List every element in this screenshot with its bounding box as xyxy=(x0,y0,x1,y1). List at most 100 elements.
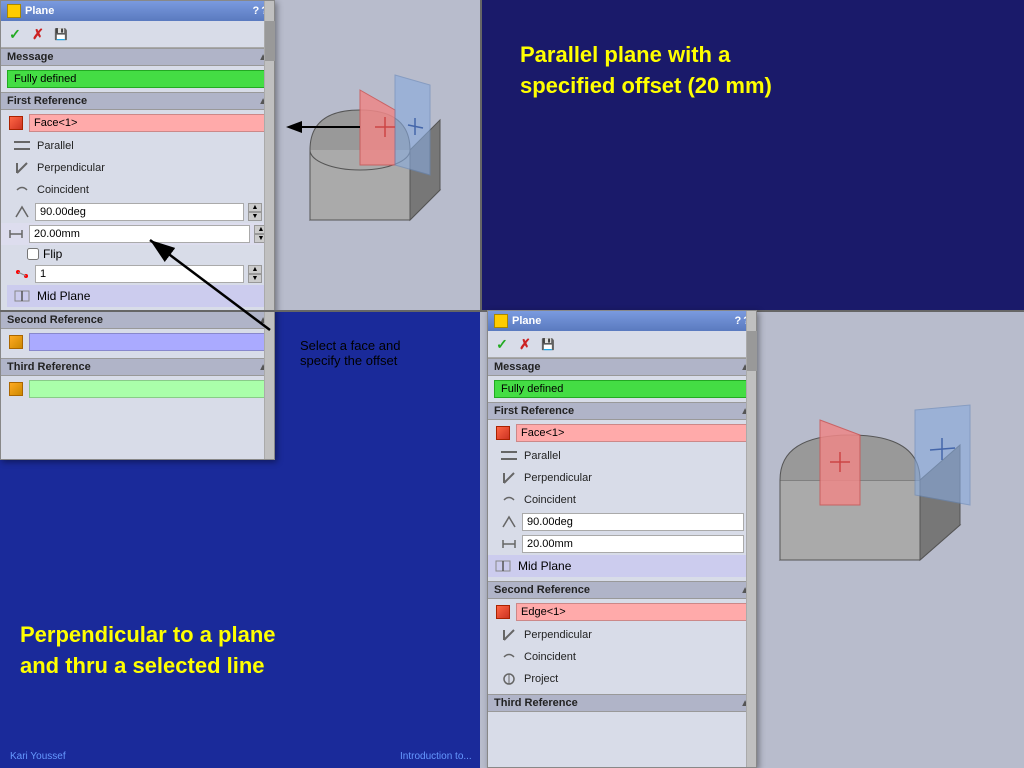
help-icon-1[interactable]: ? xyxy=(253,5,260,17)
face-cube-icon xyxy=(7,114,25,132)
d2-parallel-option[interactable]: Parallel xyxy=(494,445,750,467)
first-reference-header: First Reference ▲ xyxy=(1,92,274,110)
cancel-button[interactable]: ✗ xyxy=(28,24,48,44)
dialog2-title: Plane ? ? xyxy=(488,311,756,331)
d2-third-ref-header: Third Reference ▲ xyxy=(488,694,756,712)
third-ref-input[interactable] xyxy=(29,380,268,398)
d2-message-box: Fully defined xyxy=(488,376,756,402)
d2-mid-plane-row[interactable]: Mid Plane xyxy=(488,555,756,577)
plane-icon-2 xyxy=(494,314,508,328)
d2-sr-coincident-option[interactable]: Coincident xyxy=(494,646,750,668)
d2-edge-icon xyxy=(494,603,512,621)
save-button[interactable]: 💾 xyxy=(51,24,71,44)
d2-distance-row xyxy=(494,533,750,555)
perp-label: Perpendicular xyxy=(37,162,105,174)
third-ref-row xyxy=(7,380,268,398)
d2-second-ref-header: Second Reference ▲ xyxy=(488,581,756,599)
top-right-annotation: Parallel plane with a specified offset (… xyxy=(520,40,950,102)
accept-button-2[interactable]: ✓ xyxy=(492,334,512,354)
scrollbar-thumb[interactable] xyxy=(265,21,275,61)
status-badge: Fully defined xyxy=(7,70,268,88)
toolbar-2: ✓ ✗ 💾 xyxy=(488,331,756,358)
parallel-icon xyxy=(13,137,31,155)
mid-plane-label: Mid Plane xyxy=(37,289,90,303)
red-cube xyxy=(9,116,23,130)
d2-perp-icon xyxy=(500,469,518,487)
d2-coincident-icon xyxy=(500,491,518,509)
d2-second-ref-label: Second Reference xyxy=(494,584,590,596)
third-reference-header: Third Reference ▲ xyxy=(1,358,274,376)
vertical-divider xyxy=(480,0,482,310)
d2-first-ref-header: First Reference ▲ xyxy=(488,402,756,420)
flip-label: Flip xyxy=(43,247,62,261)
dialog2-scrollbar[interactable] xyxy=(746,311,756,767)
d2-coincident-option[interactable]: Coincident xyxy=(494,489,750,511)
bottom-annotation-line1: Perpendicular to a plane xyxy=(20,622,276,647)
d2-face-icon xyxy=(494,424,512,442)
d2-mid-plane-icon xyxy=(494,557,512,575)
d2-first-ref-label: First Reference xyxy=(494,405,574,417)
d2-message-header: Message ▲ xyxy=(488,358,756,376)
d2-second-ref-content: Perpendicular Coincident Project xyxy=(488,599,756,694)
d2-project-label: Project xyxy=(524,673,558,685)
d2-sr-coincident-label: Coincident xyxy=(524,651,576,663)
d2-angle-icon xyxy=(500,513,518,531)
dialog2-title-text: Plane xyxy=(512,315,541,327)
annotation-arrow-svg xyxy=(90,190,340,350)
coincident-label: Coincident xyxy=(37,184,89,196)
d2-message-label: Message xyxy=(494,361,540,373)
d2-distance-input[interactable] xyxy=(522,535,744,553)
third-ref-label: Third Reference xyxy=(7,361,91,373)
angle-icon xyxy=(13,203,31,221)
help2-icon-1[interactable]: ? xyxy=(735,315,742,327)
instances-icon xyxy=(13,265,31,283)
d2-edge-input[interactable] xyxy=(516,603,750,621)
cancel-button-2[interactable]: ✗ xyxy=(515,334,535,354)
perp-icon xyxy=(13,159,31,177)
face-ref-row xyxy=(7,114,268,132)
d2-angle-input[interactable] xyxy=(522,513,744,531)
d2-edge-row xyxy=(494,603,750,621)
d2-third-ref-label: Third Reference xyxy=(494,697,578,709)
toolbar: ✓ ✗ 💾 xyxy=(1,21,274,48)
parallel-label: Parallel xyxy=(37,140,74,152)
third-reference-content xyxy=(1,376,274,405)
plane-dialog-2: Plane ? ? ✓ ✗ 💾 Message ▲ Fully defined … xyxy=(487,310,757,768)
plane-icon xyxy=(7,4,21,18)
d2-parallel-icon xyxy=(500,447,518,465)
parallel-option[interactable]: Parallel xyxy=(7,135,268,157)
d2-first-ref-content: Parallel Perpendicular Coincident xyxy=(488,420,756,581)
accept-button[interactable]: ✓ xyxy=(5,24,25,44)
d2-sr-coincident-icon xyxy=(500,648,518,666)
coincident-icon xyxy=(13,181,31,199)
d2-face-input[interactable] xyxy=(516,424,750,442)
third-cube-icon xyxy=(7,380,25,398)
second-cube-icon xyxy=(7,333,25,351)
d2-red-cube xyxy=(496,426,510,440)
d2-parallel-label: Parallel xyxy=(524,450,561,462)
d2-sr-perp-label: Perpendicular xyxy=(524,629,592,641)
orange-cube-3 xyxy=(9,382,23,396)
perpendicular-option[interactable]: Perpendicular xyxy=(7,157,268,179)
annotation-line1: Parallel plane with a xyxy=(520,42,730,67)
dialog-title-1: Plane ? ? xyxy=(1,1,274,21)
d2-angle-row xyxy=(494,511,750,533)
d2-project-icon xyxy=(500,670,518,688)
d2-sr-perp-icon xyxy=(500,626,518,644)
save-button-2[interactable]: 💾 xyxy=(538,334,558,354)
face-input[interactable] xyxy=(29,114,268,132)
d2-scrollbar-thumb[interactable] xyxy=(747,331,757,371)
message-label: Message xyxy=(7,51,53,63)
flip-checkbox[interactable] xyxy=(27,248,39,260)
annotation-line2: specified offset (20 mm) xyxy=(520,73,772,98)
footer-title: Introduction to... xyxy=(400,751,472,762)
bottom-left-annotation: Perpendicular to a plane and thru a sele… xyxy=(20,620,276,682)
d2-coincident-label: Coincident xyxy=(524,494,576,506)
d2-sr-perp-option[interactable]: Perpendicular xyxy=(494,624,750,646)
d2-perp-option[interactable]: Perpendicular xyxy=(494,467,750,489)
d2-perp-label: Perpendicular xyxy=(524,472,592,484)
d2-face-row xyxy=(494,424,750,442)
d2-project-option[interactable]: Project xyxy=(494,668,750,690)
d2-dist-icon xyxy=(500,535,518,553)
d2-red-cube-2 xyxy=(496,605,510,619)
